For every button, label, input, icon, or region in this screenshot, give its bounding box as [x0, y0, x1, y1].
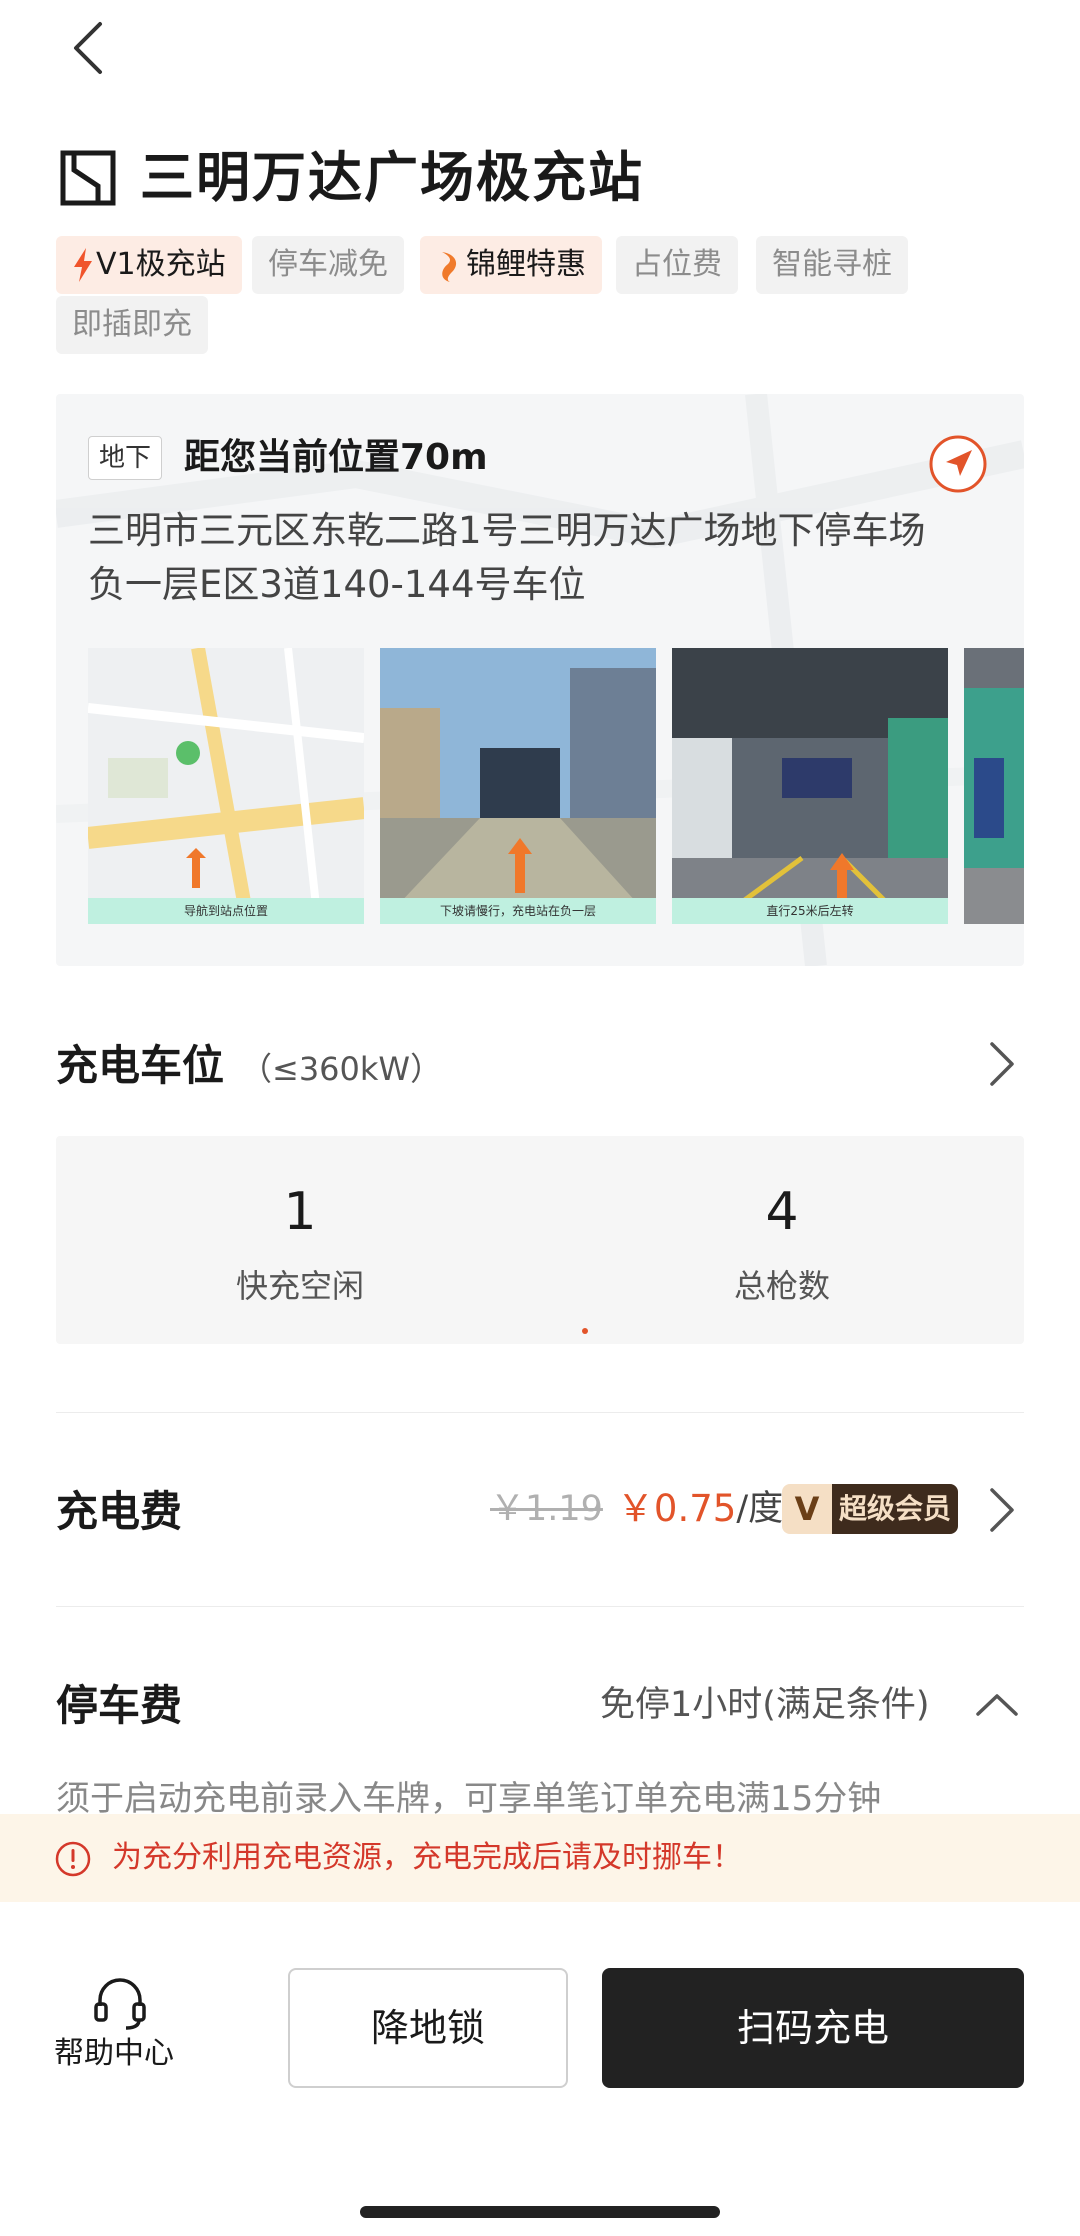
guide-photo-ramp[interactable]: 下坡请慢行，充电站在负一层: [380, 648, 656, 924]
parking-collapse-button[interactable]: [972, 1680, 1022, 1730]
parking-title: 停车费: [56, 1681, 183, 1730]
headset-icon: [94, 1978, 146, 2030]
total-guns-label: 总枪数: [733, 1267, 830, 1305]
koi-icon: [442, 252, 457, 282]
original-price: ￥1.19: [490, 1489, 603, 1529]
super-member-badge[interactable]: V 超级会员: [782, 1484, 958, 1534]
photo-caption: 下坡请慢行，充电站在负一层: [380, 898, 656, 924]
fast-free-count: 1: [283, 1182, 317, 1242]
guide-photo-map[interactable]: 导航到站点位置: [88, 648, 364, 924]
chevron-right-icon: [990, 1488, 1014, 1532]
alert-icon: [55, 1841, 91, 1877]
scan-charge-button[interactable]: 扫码充电: [602, 1968, 1024, 2088]
guide-photo-corridor[interactable]: 直行25米后左转: [672, 648, 948, 924]
fee-detail-button[interactable]: [980, 1480, 1020, 1540]
photo-caption: 导航到站点位置: [88, 898, 364, 924]
tag-parking-discount: 停车减免: [252, 236, 404, 294]
slots-title: 充电车位: [56, 1041, 225, 1090]
parking-detail: 须于启动充电前录入车牌，可享单笔订单充电满15分钟: [56, 1779, 882, 1814]
distance-text: 距您当前位置70m: [184, 437, 488, 478]
divider: [56, 1412, 1024, 1413]
station-title: 三明万达广场极充站: [140, 146, 644, 209]
parking-image: [964, 648, 1024, 924]
help-center-label: 帮助中心: [54, 2036, 174, 2071]
photo-caption: 直行25米后左转: [672, 898, 948, 924]
price-row: ￥1.19 ￥0.75 /度: [490, 1484, 783, 1534]
station-brand-icon: [60, 150, 116, 206]
guide-photo-next[interactable]: [964, 648, 1024, 924]
corridor-image: [672, 648, 948, 924]
page-indicator-dot: [582, 1328, 588, 1334]
lightning-icon: [74, 248, 92, 282]
parking-summary: 免停1小时(满足条件): [600, 1685, 930, 1725]
navigation-arrow-icon: [929, 435, 987, 493]
vip-label: 超级会员: [832, 1484, 958, 1534]
slots-card[interactable]: 1 快充空闲 4 总枪数: [56, 1136, 1024, 1344]
fee-title: 充电费: [56, 1487, 183, 1536]
navigate-button[interactable]: [928, 434, 988, 494]
vip-letter: V: [782, 1484, 832, 1534]
notice-text: 为充分利用充电资源，充电完成后请及时挪车！: [112, 1840, 742, 1875]
lower-lock-button[interactable]: 降地锁: [288, 1968, 568, 2088]
fast-free-label: 快充空闲: [235, 1267, 364, 1305]
address-text: 三明市三元区东乾二路1号三明万达广场地下停车场负一层E区3道140-144号车位: [88, 509, 926, 606]
chevron-right-icon: [990, 1042, 1014, 1086]
home-indicator[interactable]: [360, 2206, 720, 2218]
map-image: [88, 648, 364, 924]
tag-v1-station: V1极充站: [56, 236, 242, 294]
slots-detail-button[interactable]: [980, 1034, 1020, 1094]
tag-plug-and-charge: 即插即充: [56, 296, 208, 354]
discount-price: ￥0.75: [616, 1487, 737, 1530]
slots-power: （≤360kW）: [240, 1050, 443, 1088]
divider: [56, 1606, 1024, 1607]
back-button[interactable]: [60, 18, 120, 78]
tag-occupy-fee: 占位费: [616, 236, 738, 294]
chevron-up-icon: [976, 1694, 1018, 1716]
location-card[interactable]: 地下 距您当前位置70m 三明市三元区东乾二路1号三明万达广场地下停车场负一层E…: [56, 394, 1024, 966]
tag-koi-deal: 锦鲤特惠: [420, 236, 602, 294]
total-guns-count: 4: [765, 1182, 799, 1242]
tag-smart-find: 智能寻桩: [756, 236, 908, 294]
level-badge: 地下: [88, 436, 163, 480]
notice-bar: 为充分利用充电资源，充电完成后请及时挪车！: [0, 1814, 1080, 1902]
chevron-left-icon: [74, 22, 102, 74]
price-unit: /度: [736, 1489, 784, 1529]
ramp-image: [380, 648, 656, 924]
